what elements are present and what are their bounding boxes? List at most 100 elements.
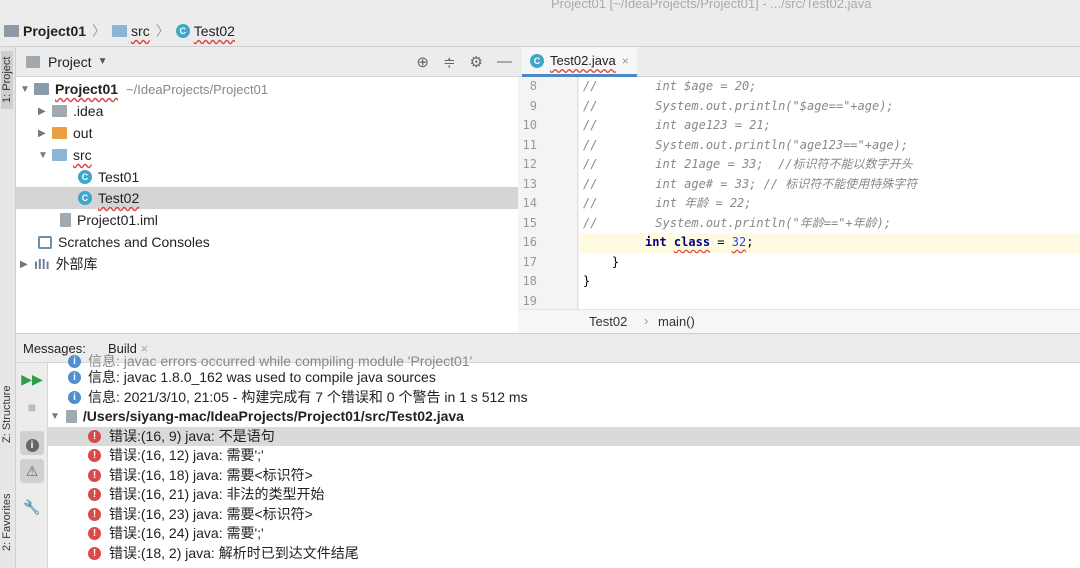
message-error[interactable]: ! 错误:(16, 24) java: 需要';' [88, 524, 264, 544]
info-filter-icon[interactable]: i [20, 431, 44, 455]
message-info[interactable]: i 信息: 2021/3/10, 21:05 - 构建完成有 7 个错误和 0 个… [68, 388, 528, 408]
code-line: // int 年龄 = 22; [583, 196, 752, 210]
source-folder-icon [52, 149, 67, 161]
tree-item-test01[interactable]: C Test01 [16, 166, 518, 188]
structure-tool-tab[interactable]: Z: Structure [1, 386, 13, 443]
breadcrumb-project[interactable]: Project01 〉 [4, 21, 108, 41]
project-panel-header: Project ▼ ⊕ ≑ ⚙ — [16, 47, 518, 77]
error-icon: ! [88, 468, 101, 482]
tree-item-project01[interactable]: ▼ Project01 ~/IdeaProjects/Project01 [16, 78, 518, 100]
error-icon: ! [88, 527, 101, 541]
module-folder-icon [34, 83, 49, 95]
tree-item-iml[interactable]: Project01.iml [16, 209, 518, 231]
gear-icon[interactable]: ⚙ [470, 53, 483, 71]
chevron-right-icon: › [644, 313, 649, 328]
favorites-tool-tab[interactable]: 2: Favorites [1, 494, 13, 551]
expanded-arrow-icon[interactable]: ▼ [50, 407, 60, 427]
collapsed-arrow-icon[interactable]: ▶ [38, 106, 52, 117]
folder-icon [52, 127, 67, 139]
window-title-bar: Project01 [~/IdeaProjects/Project01] - .… [0, 0, 1080, 16]
collapse-all-icon[interactable]: ≑ [443, 53, 456, 71]
message-file[interactable]: ▼/Users/siyang-mac/IdeaProjects/Project0… [50, 407, 464, 427]
breadcrumb-method[interactable]: main() [658, 314, 695, 329]
navigation-bar: Project01 〉 src 〉 C Test02 [0, 16, 1080, 47]
line-number-gutter: 8 9 10 11 12 13 14 15 16 17 18 19 [518, 77, 578, 309]
code-line: } [583, 274, 591, 288]
expanded-arrow-icon[interactable]: ▼ [20, 84, 34, 95]
tree-item-idea[interactable]: ▶ .idea [16, 100, 518, 122]
stop-icon[interactable]: ■ [20, 395, 44, 419]
messages-list: i 信息: javac errors occurred while compili… [48, 353, 1080, 568]
scratches-icon [38, 235, 52, 249]
tree-item-scratches[interactable]: Scratches and Consoles [16, 231, 518, 253]
chevron-right-icon: 〉 [155, 23, 170, 39]
messages-tool-column: ▶▶ ■ i ⚠ 🔧 [16, 363, 48, 568]
wrench-icon[interactable]: 🔧 [20, 495, 44, 519]
code-line: // int 21age = 33; //标识符不能以数字开头 [583, 157, 913, 171]
error-icon: ! [88, 488, 101, 502]
code-line: // System.out.println("年龄=="+年龄); [583, 215, 892, 230]
libraries-icon: ıllı [34, 256, 50, 272]
project-panel-title[interactable]: Project [48, 54, 92, 70]
message-error[interactable]: ! 错误:(18, 2) java: 解析时已到达文件结尾 [88, 544, 359, 564]
tree-item-out[interactable]: ▶ out [16, 122, 518, 144]
line-number: 8 [529, 79, 537, 93]
rerun-icon[interactable]: ▶▶ [20, 367, 44, 391]
window-title: Project01 [~/IdeaProjects/Project01] - .… [551, 0, 872, 11]
editor-breadcrumb: Test02 › main() [518, 309, 1080, 333]
line-number: 17 [522, 254, 537, 269]
message-error[interactable]: ! 错误:(16, 23) java: 需要<标识符> [88, 505, 313, 525]
warning-filter-icon[interactable]: ⚠ [20, 459, 44, 483]
message-error[interactable]: ! 错误:(16, 9) java: 不是语句 [48, 426, 1080, 446]
code-line: // System.out.println("$age=="+age); [583, 98, 894, 113]
project-folder-icon [4, 25, 19, 37]
error-icon: ! [88, 449, 101, 463]
error-icon: ! [88, 429, 101, 443]
line-number: 16 [522, 235, 537, 249]
info-icon: i [68, 371, 81, 385]
collapsed-arrow-icon[interactable]: ▶ [38, 128, 52, 139]
class-icon: C [78, 191, 92, 205]
message-error[interactable]: ! 错误:(16, 18) java: 需要<标识符> [88, 466, 313, 486]
code-line: // int $age = 20; [583, 79, 757, 93]
code-line-current: int class = 32; [579, 233, 1080, 253]
breadcrumb-class[interactable]: Test02 [589, 314, 627, 329]
code-editor[interactable]: // int $age = 20; // System.out.println(… [579, 77, 1080, 309]
project-tree: ▼ Project01 ~/IdeaProjects/Project01 ▶ .… [16, 77, 518, 333]
line-number: 9 [529, 98, 537, 113]
line-number: 14 [522, 196, 537, 210]
locate-icon[interactable]: ⊕ [416, 53, 429, 71]
class-icon: C [78, 170, 92, 184]
breadcrumb-src[interactable]: src 〉 [112, 21, 172, 41]
tree-item-src[interactable]: ▼ src [16, 144, 518, 166]
collapsed-arrow-icon[interactable]: ▶ [20, 259, 34, 270]
tab-test02-java[interactable]: C Test02.java × [522, 47, 637, 77]
line-number: 10 [522, 118, 537, 132]
project-tool-tab[interactable]: 1: Project [1, 50, 13, 109]
line-number: 13 [522, 176, 537, 191]
file-icon [60, 213, 71, 227]
message-info[interactable]: i 信息: javac 1.8.0_162 was used to compile… [68, 368, 436, 388]
message-error[interactable]: ! 错误:(16, 12) java: 需要';' [88, 446, 264, 466]
line-number: 12 [522, 157, 537, 171]
error-icon: ! [88, 507, 101, 521]
breadcrumb-test02[interactable]: C Test02 [175, 23, 235, 39]
editor-tab-bar: C Test02.java × [518, 47, 1080, 77]
hide-icon[interactable]: — [497, 53, 512, 71]
tree-item-test02[interactable]: C Test02 [16, 187, 518, 209]
left-tool-strip: 1: Project Z: Structure 2: Favorites [0, 47, 16, 568]
folder-icon [112, 25, 128, 37]
tree-item-libraries[interactable]: ▶ ıllı 外部库 [16, 253, 518, 275]
info-icon: i [68, 390, 81, 404]
java-file-icon [65, 410, 77, 424]
code-line: // System.out.println("age123=="+age); [583, 137, 909, 152]
expanded-arrow-icon[interactable]: ▼ [38, 150, 52, 161]
dropdown-arrow-icon[interactable]: ▼ [98, 56, 108, 67]
message-error[interactable]: ! 错误:(16, 21) java: 非法的类型开始 [88, 485, 325, 505]
info-icon: i [68, 355, 81, 369]
close-icon[interactable]: × [622, 54, 629, 68]
chevron-right-icon: 〉 [92, 23, 107, 39]
project-view-icon [26, 55, 40, 68]
folder-icon [52, 105, 67, 117]
error-icon: ! [88, 546, 101, 560]
